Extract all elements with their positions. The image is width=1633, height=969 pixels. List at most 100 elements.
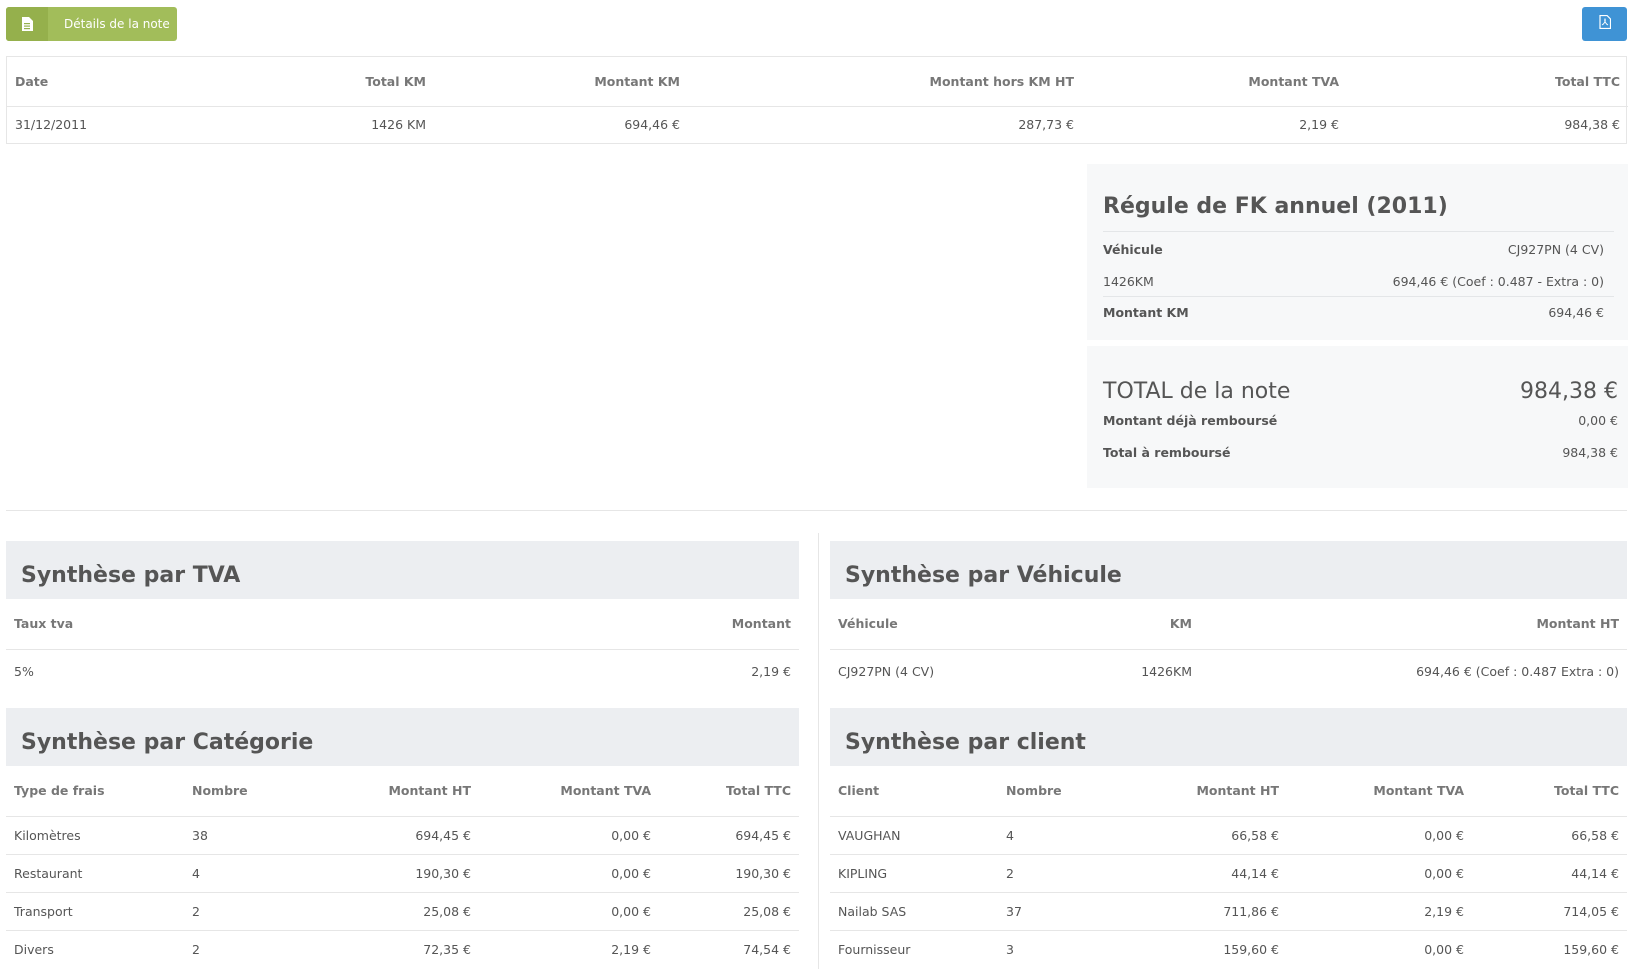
cell-total-ttc: 44,14 € xyxy=(1472,854,1627,893)
synth-client-title: Synthèse par client xyxy=(830,708,1627,766)
cell-montant-ht: 711,86 € xyxy=(1128,892,1287,931)
total-value: 984,38 € xyxy=(1520,379,1618,404)
table-row: Nailab SAS 37 711,86 € 2,19 € 714,05 € xyxy=(830,892,1627,931)
cell-nombre: 37 xyxy=(998,892,1128,931)
cell-vehicule: CJ927PN (4 CV) xyxy=(838,664,935,680)
cell-total-ttc: 25,08 € xyxy=(659,892,799,931)
col-total-km: Total KM xyxy=(147,57,434,107)
cell-type: Kilomètres xyxy=(6,816,184,855)
cell-total-ttc: 694,45 € xyxy=(659,816,799,855)
synth-tva-title: Synthèse par TVA xyxy=(6,541,799,599)
col-montant-tva: Montant TVA xyxy=(1287,766,1472,817)
col-total-ttc: Total TTC xyxy=(1347,57,1628,107)
regule-montant-label: Montant KM xyxy=(1103,304,1189,320)
synth-client-table: Client Nombre Montant HT Montant TVA Tot… xyxy=(830,766,1627,968)
cell-client: KIPLING xyxy=(830,854,998,893)
col-nombre: Nombre xyxy=(184,766,304,817)
col-montant-km: Montant KM xyxy=(434,57,688,107)
column-divider xyxy=(818,533,819,969)
cell-montant-ht: 66,58 € xyxy=(1128,816,1287,855)
cell-montant-tva: 2,19 € xyxy=(1287,892,1472,931)
col-nombre: Nombre xyxy=(998,766,1128,817)
total-rembourse-row: Total à remboursé 984,38 € xyxy=(1103,436,1618,468)
section-divider xyxy=(6,510,1627,511)
table-row: Transport 2 25,08 € 0,00 € 25,08 € xyxy=(6,892,799,931)
pdf-export-button[interactable] xyxy=(1582,7,1627,41)
cell-total-ttc: 190,30 € xyxy=(659,854,799,893)
total-rembourse-value: 984,38 € xyxy=(1562,444,1618,460)
synth-categorie-table: Type de frais Nombre Montant HT Montant … xyxy=(6,766,799,968)
cell-total-ttc: 714,05 € xyxy=(1472,892,1627,931)
synth-vehicule-title: Synthèse par Véhicule xyxy=(830,541,1627,599)
regule-montant-value: 694,46 € xyxy=(1548,304,1604,320)
cell-type: Divers xyxy=(14,941,54,957)
cell-nombre: 38 xyxy=(184,816,304,855)
cell-client: Fournisseur xyxy=(838,941,911,957)
cell-montant-tva: 0,00 € xyxy=(1287,816,1472,855)
table-header-row: Date Total KM Montant KM Montant hors KM… xyxy=(7,57,1628,107)
col-montant-tva: Montant TVA xyxy=(1082,57,1347,107)
cell-total-ttc: 74,54 € xyxy=(743,941,791,957)
col-vehicule: Véhicule xyxy=(830,599,1030,650)
cell-taux: 5% xyxy=(14,664,34,680)
table-row: Divers 2 72,35 € 2,19 € 74,54 € xyxy=(6,930,799,968)
total-rembourse-label: Total à remboursé xyxy=(1103,444,1231,460)
cell-montant-tva: 2,19 € xyxy=(1299,117,1339,133)
table-row: Fournisseur 3 159,60 € 0,00 € 159,60 € xyxy=(830,930,1627,968)
table-row: VAUGHAN 4 66,58 € 0,00 € 66,58 € xyxy=(830,816,1627,855)
regule-km-label: 1426KM xyxy=(1103,273,1154,289)
cell-total-km: 1426 KM xyxy=(371,117,426,133)
table-header-row: Type de frais Nombre Montant HT Montant … xyxy=(6,766,799,817)
deja-rembourse-label: Montant déjà remboursé xyxy=(1103,412,1278,428)
cell-client: Nailab SAS xyxy=(830,892,998,931)
col-taux-tva: Taux tva xyxy=(6,599,403,650)
cell-nombre: 2 xyxy=(998,854,1128,893)
cell-nombre: 3 xyxy=(1006,941,1014,957)
col-client: Client xyxy=(830,766,998,817)
cell-montant-tva: 0,00 € xyxy=(479,854,659,893)
cell-total-ttc: 984,38 € xyxy=(1564,117,1620,133)
synth-vehicule-table: Véhicule KM Montant HT CJ927PN (4 CV) 14… xyxy=(830,599,1627,694)
synth-categorie-title: Synthèse par Catégorie xyxy=(6,708,799,766)
cell-nombre: 4 xyxy=(998,816,1128,855)
col-montant-ht: Montant HT xyxy=(1200,599,1627,650)
col-total-ttc: Total TTC xyxy=(659,766,799,817)
cell-montant-tva: 0,00 € xyxy=(479,816,659,855)
deja-rembourse-value: 0,00 € xyxy=(1578,412,1618,428)
cell-montant-ht: 694,46 € (Coef : 0.487 Extra : 0) xyxy=(1416,664,1619,680)
regule-vehicule-row: Véhicule CJ927PN (4 CV) xyxy=(1103,232,1614,266)
col-montant-tva: Montant TVA xyxy=(479,766,659,817)
synth-tva-table: Taux tva Montant 5% 2,19 € xyxy=(6,599,799,694)
cell-type: Transport xyxy=(6,892,184,931)
col-montant: Montant xyxy=(402,599,799,650)
table-row: KIPLING 2 44,14 € 0,00 € 44,14 € xyxy=(830,854,1627,893)
table-row: Restaurant 4 190,30 € 0,00 € 190,30 € xyxy=(6,854,799,893)
col-montant-ht: Montant HT xyxy=(304,766,479,817)
col-date: Date xyxy=(7,57,147,107)
cell-total-ttc: 66,58 € xyxy=(1472,816,1627,855)
cell-montant-ht: 44,14 € xyxy=(1128,854,1287,893)
cell-total-ttc: 159,60 € xyxy=(1563,941,1619,957)
cell-nombre: 2 xyxy=(192,941,200,957)
note-summary-table: Date Total KM Montant KM Montant hors KM… xyxy=(6,56,1628,144)
toolbar: Détails de la note xyxy=(6,7,1627,41)
regule-vehicule-label: Véhicule xyxy=(1103,241,1163,257)
col-type-frais: Type de frais xyxy=(6,766,184,817)
regule-vehicule-value: CJ927PN (4 CV) xyxy=(1507,241,1604,257)
cell-montant-hors-km: 287,73 € xyxy=(1018,117,1074,133)
cell-km: 1426KM xyxy=(1141,664,1192,680)
document-icon xyxy=(6,7,48,41)
details-button[interactable]: Détails de la note xyxy=(6,7,177,41)
table-row: CJ927PN (4 CV) 1426KM 694,46 € (Coef : 0… xyxy=(830,649,1627,694)
table-header-row: Client Nombre Montant HT Montant TVA Tot… xyxy=(830,766,1627,817)
cell-montant-ht: 159,60 € xyxy=(1223,941,1279,957)
cell-montant-tva: 0,00 € xyxy=(1424,941,1464,957)
regule-km-row: 1426KM 694,46 € (Coef : 0.487 - Extra : … xyxy=(1103,266,1614,297)
table-header-row: Taux tva Montant xyxy=(6,599,799,650)
regule-title: Régule de FK annuel (2011) xyxy=(1103,164,1614,232)
deja-rembourse-row: Montant déjà remboursé 0,00 € xyxy=(1103,404,1618,436)
cell-montant-km: 694,46 € xyxy=(624,117,680,133)
regule-montant-row: Montant KM 694,46 € xyxy=(1103,297,1614,327)
cell-date: 31/12/2011 xyxy=(15,117,88,133)
cell-montant-tva: 0,00 € xyxy=(1287,854,1472,893)
